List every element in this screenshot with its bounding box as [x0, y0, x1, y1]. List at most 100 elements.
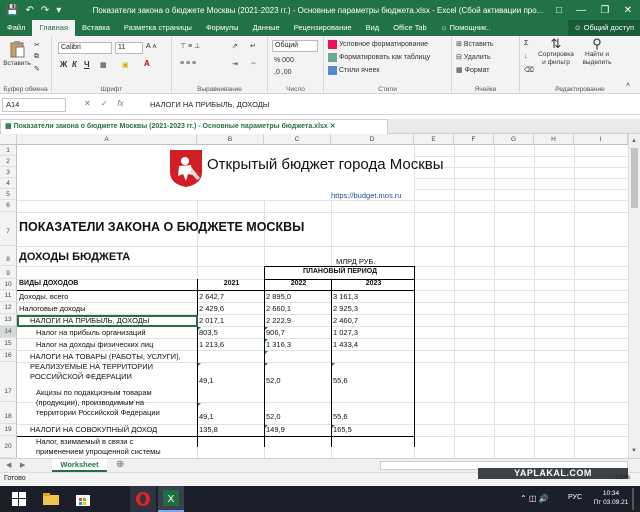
align-top-icon[interactable]: ⊤ ≡ ⊥ — [180, 42, 200, 50]
align-left-icon[interactable]: ≡ ≡ ≡ — [180, 60, 196, 67]
table-cell[interactable]: 1 316,3 — [264, 340, 291, 349]
clear-icon[interactable]: ⌫ — [524, 66, 534, 74]
close-doc-icon[interactable]: ✕ — [330, 123, 336, 130]
table-cell[interactable]: 49,1 — [197, 412, 214, 421]
clock[interactable]: 10:34 Пт 03.09.21 — [592, 489, 630, 507]
insert-cells-button[interactable]: ⊞ Вставить — [456, 40, 494, 49]
row-header[interactable]: 15 — [0, 338, 17, 350]
row-header[interactable]: 8 — [0, 246, 17, 266]
table-cell[interactable]: 3 161,3 — [331, 292, 358, 301]
sheet-tab-worksheet[interactable]: Worksheet — [52, 459, 107, 472]
italic-button[interactable]: К — [72, 60, 77, 69]
maximize-icon[interactable]: ❐ — [600, 5, 609, 16]
row-header[interactable]: 2 — [0, 156, 17, 167]
error-indicator[interactable] — [198, 327, 201, 330]
row-header[interactable]: 19 — [0, 424, 17, 436]
error-indicator[interactable] — [198, 403, 201, 406]
tab-insert[interactable]: Вставка — [75, 20, 117, 36]
language-indicator[interactable]: РУС — [568, 494, 582, 501]
tab-formulas[interactable]: Формулы — [199, 20, 246, 36]
column-header[interactable]: E — [414, 134, 454, 145]
table-cell[interactable]: 135,8 — [197, 425, 218, 434]
column-header[interactable]: A — [17, 134, 197, 145]
undo-icon[interactable]: ↶ — [25, 5, 33, 16]
indent-icon[interactable]: ⇥ — [232, 60, 238, 68]
column-header[interactable]: B — [197, 134, 264, 145]
error-indicator[interactable] — [265, 327, 268, 330]
excel-taskbar-icon[interactable]: X — [158, 486, 184, 512]
tab-view[interactable]: Вид — [359, 20, 387, 36]
select-all-corner[interactable] — [0, 134, 17, 145]
column-header[interactable]: D — [331, 134, 414, 145]
add-sheet-icon[interactable]: ⊕ — [116, 459, 124, 470]
tray-icons[interactable]: ⌃ ◫ 🔊 — [520, 494, 549, 503]
row-label[interactable]: Налог на прибыль организаций — [34, 328, 146, 337]
fill-color-icon[interactable]: ▣ — [122, 61, 129, 69]
tab-file[interactable]: Файл — [0, 20, 32, 36]
font-color-icon[interactable]: A — [144, 59, 150, 68]
row-label[interactable]: Налоговые доходы — [17, 304, 86, 313]
error-indicator[interactable] — [332, 363, 335, 366]
error-indicator[interactable] — [265, 425, 268, 428]
number-format-select[interactable]: Общий — [272, 40, 318, 52]
copy-icon[interactable]: ⧉ — [34, 53, 39, 61]
error-indicator[interactable] — [265, 339, 268, 342]
tab-page-layout[interactable]: Разметка страницы — [117, 20, 199, 36]
table-cell[interactable]: 2 642,7 — [197, 292, 224, 301]
row-label[interactable]: Налог, взимаемый в связи с применением у… — [34, 437, 161, 457]
scroll-down-icon[interactable]: ▼ — [631, 448, 637, 454]
find-select-button[interactable]: ⚲ Найти и выделить — [578, 37, 616, 67]
table-cell[interactable]: 55,6 — [331, 412, 348, 421]
tab-home[interactable]: Главная — [32, 20, 75, 36]
row-header[interactable]: 20 — [0, 436, 17, 458]
enter-icon[interactable]: ✓ — [101, 99, 108, 108]
cancel-icon[interactable]: ✕ — [84, 99, 91, 108]
font-name-select[interactable]: Calibri — [58, 42, 112, 54]
grow-font-icon[interactable]: AA — [146, 43, 157, 50]
ribbon-options-icon[interactable]: □ — [556, 5, 562, 16]
redo-icon[interactable]: ↷ — [41, 5, 49, 16]
percent-icon[interactable]: % 000 — [274, 57, 294, 64]
prev-sheet-icon[interactable]: ◀ — [6, 461, 11, 469]
error-indicator[interactable] — [265, 363, 268, 366]
row-label[interactable]: НАЛОГИ НА СОВОКУПНЫЙ ДОХОД — [28, 425, 157, 434]
scroll-up-icon[interactable]: ▲ — [631, 138, 637, 144]
sort-filter-button[interactable]: ⇅ Сортировка и фильтр — [536, 37, 576, 67]
share-button[interactable]: ☺ Общий доступ — [567, 20, 640, 36]
table-cell[interactable]: 1 027,3 — [331, 328, 358, 337]
tell-me-search[interactable]: ☼ Помощник.. — [434, 20, 498, 36]
row-label[interactable]: Доходы, всего — [17, 292, 68, 301]
table-cell[interactable]: 2 895,0 — [264, 292, 291, 301]
customize-qat-icon[interactable]: ▾ — [56, 5, 61, 16]
row-label[interactable]: НАЛОГИ НА ПРИБЫЛЬ, ДОХОДЫ — [28, 316, 149, 325]
column-header[interactable]: H — [534, 134, 574, 145]
close-icon[interactable]: ✕ — [624, 5, 632, 16]
next-sheet-icon[interactable]: ▶ — [20, 461, 25, 469]
opera-icon[interactable] — [130, 486, 156, 512]
tab-office-tab[interactable]: Office Tab — [386, 20, 434, 36]
row-header[interactable]: 1 — [0, 145, 17, 156]
table-cell[interactable]: 2 429,6 — [197, 304, 224, 313]
table-cell[interactable]: 52,0 — [264, 376, 281, 385]
row-header[interactable]: 11 — [0, 290, 17, 302]
row-header[interactable]: 12 — [0, 302, 17, 314]
decimal-icon[interactable]: ,0 ,00 — [274, 69, 292, 76]
column-header[interactable]: F — [454, 134, 494, 145]
scrollbar-thumb[interactable] — [631, 148, 638, 208]
row-header[interactable]: 3 — [0, 167, 17, 178]
row-header[interactable]: 14 — [0, 326, 17, 338]
autosum-icon[interactable]: Σ — [524, 40, 528, 47]
document-tab[interactable]: ▦ Показатели закона о бюджете Москвы (20… — [0, 119, 388, 134]
row-header[interactable]: 7 — [0, 212, 17, 246]
file-explorer-icon[interactable] — [38, 486, 64, 512]
format-as-table-button[interactable]: Форматировать как таблицу — [328, 53, 430, 62]
table-cell[interactable]: 2 017,1 — [197, 316, 224, 325]
row-header[interactable]: 16 — [0, 350, 17, 362]
name-box[interactable]: A14 — [2, 98, 66, 112]
row-header[interactable]: 4 — [0, 178, 17, 189]
row-header[interactable]: 5 — [0, 189, 17, 200]
show-desktop-button[interactable] — [632, 488, 634, 510]
underline-button[interactable]: Ч — [84, 60, 90, 69]
insert-function-icon[interactable]: fx — [117, 99, 123, 108]
format-cells-button[interactable]: ▦ Формат — [456, 66, 490, 75]
